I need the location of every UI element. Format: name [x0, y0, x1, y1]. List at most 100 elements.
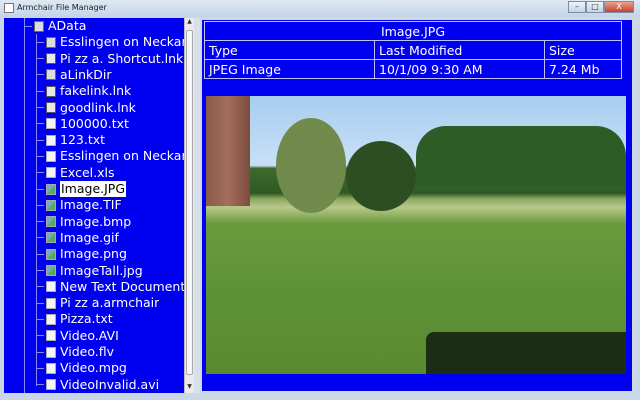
image-icon [46, 248, 56, 260]
column-header-modified: Last Modified [374, 40, 545, 60]
window-title: Armchair File Manager [17, 3, 107, 12]
scroll-up-arrow-icon[interactable]: ▲ [185, 18, 194, 28]
tree-item[interactable]: Excel.xls [36, 165, 114, 181]
tree-item[interactable]: VideoInvalid.avi [36, 377, 159, 393]
photo-tower [206, 96, 250, 206]
tree-scrollbar[interactable]: ▲ ▼ [184, 18, 194, 393]
tree-item-label: Pi zz a. Shortcut.lnk [60, 50, 184, 66]
minimize-button[interactable]: – [568, 1, 586, 13]
scroll-thumb[interactable] [186, 30, 193, 375]
tree-item[interactable]: Video.AVI [36, 328, 119, 344]
scroll-down-arrow-icon[interactable]: ▼ [185, 383, 194, 393]
tree-item-label: Pi zz a.armchair [60, 295, 160, 311]
tree-item[interactable]: Esslingen on Neckar [36, 34, 184, 50]
tree-item[interactable]: Esslingen on Neckar [36, 148, 184, 164]
tree-connector [36, 253, 44, 255]
tree-connector [36, 155, 44, 157]
tree-item-label: 123.txt [60, 132, 106, 148]
tree-item[interactable]: goodlink.lnk [36, 100, 136, 116]
tree-item[interactable]: Video.mpg [36, 360, 127, 376]
file-icon [46, 150, 56, 162]
tree-connector [36, 123, 44, 125]
tree-item[interactable]: aLinkDir [36, 67, 112, 83]
file-icon [46, 330, 56, 342]
tree-connector [36, 384, 44, 386]
file-icon [46, 167, 56, 179]
title-bar: Armchair File Manager – □ X [0, 0, 640, 17]
photo-tree [346, 141, 416, 211]
maximize-button[interactable]: □ [586, 1, 604, 13]
app-icon [4, 3, 14, 13]
tree-item-label: ImageTall.jpg [60, 262, 143, 278]
tree-connector [36, 58, 44, 60]
tree-connector [36, 41, 44, 43]
folder-icon [46, 69, 56, 81]
preview-panel: Image.JPG Type Last Modified Size JPEG I… [200, 18, 634, 393]
file-icon [46, 313, 56, 325]
tree-item-label: Image.JPG [60, 181, 127, 197]
tree-item-label: aLinkDir [60, 66, 112, 82]
folder-icon [46, 36, 56, 48]
file-modified-value: 10/1/09 9:30 AM [374, 59, 545, 79]
tree-connector [36, 367, 44, 369]
tree-connector [36, 172, 44, 174]
folder-icon [34, 20, 44, 32]
tree-connector [36, 74, 44, 76]
tree-item[interactable]: Image.gif [36, 230, 119, 246]
tree-connector [36, 335, 44, 337]
image-preview [206, 96, 626, 374]
file-icon [46, 362, 56, 374]
image-icon [46, 232, 56, 244]
file-details-table: Image.JPG Type Last Modified Size JPEG I… [204, 21, 622, 79]
tree-connector [36, 318, 44, 320]
tree-item[interactable]: Image.bmp [36, 214, 131, 230]
tree-connector [36, 107, 44, 108]
tree-connector [36, 286, 44, 288]
tree-connector [36, 204, 44, 206]
tree-item-label: Video.mpg [60, 360, 127, 376]
file-icon [46, 118, 56, 130]
tree-connector [36, 351, 44, 353]
tree-item[interactable]: New Text Document [36, 279, 184, 295]
tree-item-root[interactable]: AData [24, 18, 86, 34]
file-icon [46, 134, 56, 146]
tree-connector [36, 139, 44, 141]
image-icon [46, 199, 56, 211]
tree-item-label: Image.gif [60, 229, 119, 245]
tree-item[interactable]: 100000.txt [36, 116, 129, 132]
tree-item-label: fakelink.lnk [60, 83, 132, 99]
tree-item[interactable]: fakelink.lnk [36, 83, 131, 99]
tree-item-label: Video.AVI [60, 327, 119, 343]
close-button[interactable]: X [604, 1, 634, 13]
file-icon [46, 281, 56, 293]
file-tree[interactable]: AData Esslingen on Neckar Pi zz a. Shortc… [4, 18, 184, 393]
tree-item[interactable]: Image.TIF [36, 197, 122, 213]
tree-item-label: AData [48, 18, 87, 33]
tree-item-label: goodlink.lnk [60, 99, 136, 115]
tree-connector [24, 25, 32, 27]
tree-connector [36, 270, 44, 271]
tree-item[interactable]: Pi zz a.armchair [36, 295, 159, 311]
image-icon [46, 183, 56, 195]
file-type-value: JPEG Image [204, 59, 375, 79]
tree-connector [36, 302, 44, 304]
tree-item-label: Image.bmp [60, 213, 132, 229]
tree-item-label: Esslingen on Neckar [60, 34, 184, 50]
tree-item[interactable]: 123.txt [36, 132, 105, 148]
tree-item-label: 100000.txt [60, 115, 129, 131]
tree-item[interactable]: ImageTall.jpg [36, 263, 143, 279]
tree-item[interactable]: Image.JPG [36, 181, 127, 197]
tree-item[interactable]: Pi zz a. Shortcut.lnk [36, 51, 183, 67]
image-icon [46, 216, 56, 228]
photo-treeline [416, 126, 626, 186]
tree-connector [36, 188, 44, 190]
image-icon [46, 265, 56, 276]
tree-connector [36, 90, 44, 92]
link-icon [46, 53, 56, 65]
tree-item[interactable]: Pizza.txt [36, 311, 113, 327]
file-icon [46, 297, 56, 309]
tree-item[interactable]: Image.png [36, 246, 127, 262]
file-name-header: Image.JPG [204, 21, 622, 41]
tree-item[interactable]: Video.flv [36, 344, 114, 360]
tree-item-label: Esslingen on Neckar [60, 148, 184, 164]
